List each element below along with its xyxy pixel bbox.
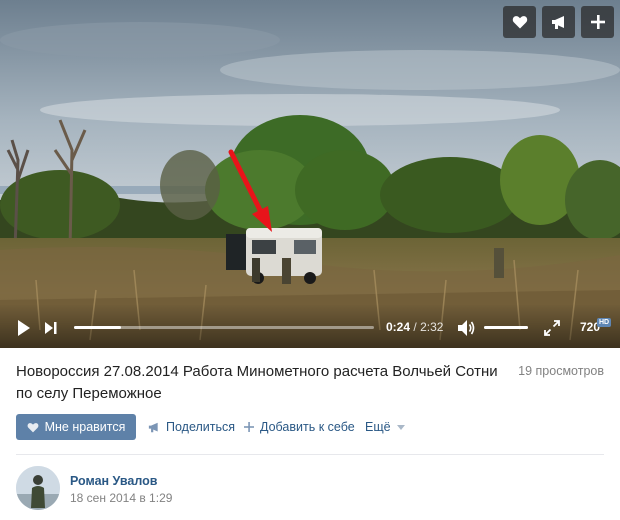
fullscreen-icon[interactable] [544,320,560,336]
post-date: 18 сен 2014 в 1:29 [70,491,173,505]
current-time: 0:24 [386,320,411,334]
video-frame [0,0,620,348]
avatar-image [16,466,60,510]
more-label: Ещё [365,420,391,434]
heart-icon [27,422,39,432]
progress-fill [74,326,122,329]
share-video-button[interactable] [542,6,575,38]
plus-icon [590,15,605,29]
progress-bar[interactable] [74,326,374,329]
heart-icon [512,16,527,29]
volume-icon[interactable] [458,320,476,336]
share-label: Поделиться [166,420,236,434]
time-display: 0:24 / 2:32 [386,320,443,334]
view-count: 19 просмотров [518,364,604,378]
add-video-button[interactable] [581,6,614,38]
like-label: Мне нравится [44,420,126,434]
author-avatar[interactable] [16,466,60,510]
share-button[interactable]: Поделиться [148,414,235,440]
like-button[interactable]: Мне нравится [16,414,136,440]
megaphone-icon [148,422,158,432]
video-title: Новороссия 27.08.2014 Работа Минометного… [16,363,498,402]
more-button[interactable]: Ещё [365,414,405,440]
author-name[interactable]: Роман Увалов [70,474,157,488]
add-to-my-videos-button[interactable]: Добавить к себе [244,414,355,440]
hd-badge: HD [597,318,612,327]
divider [16,454,604,455]
play-icon[interactable] [17,320,31,336]
volume-fill [484,326,528,329]
plus-icon [244,422,254,432]
volume-slider[interactable] [484,326,528,329]
chevron-down-icon [396,424,405,430]
time-separator: / [413,320,417,334]
video-player[interactable]: 0:24 / 2:32 720 HD [0,0,620,348]
next-icon[interactable] [45,322,57,334]
add-label: Добавить к себе [260,420,355,434]
megaphone-icon [551,15,564,29]
like-video-button[interactable] [503,6,536,38]
duration: 2:32 [420,320,444,334]
